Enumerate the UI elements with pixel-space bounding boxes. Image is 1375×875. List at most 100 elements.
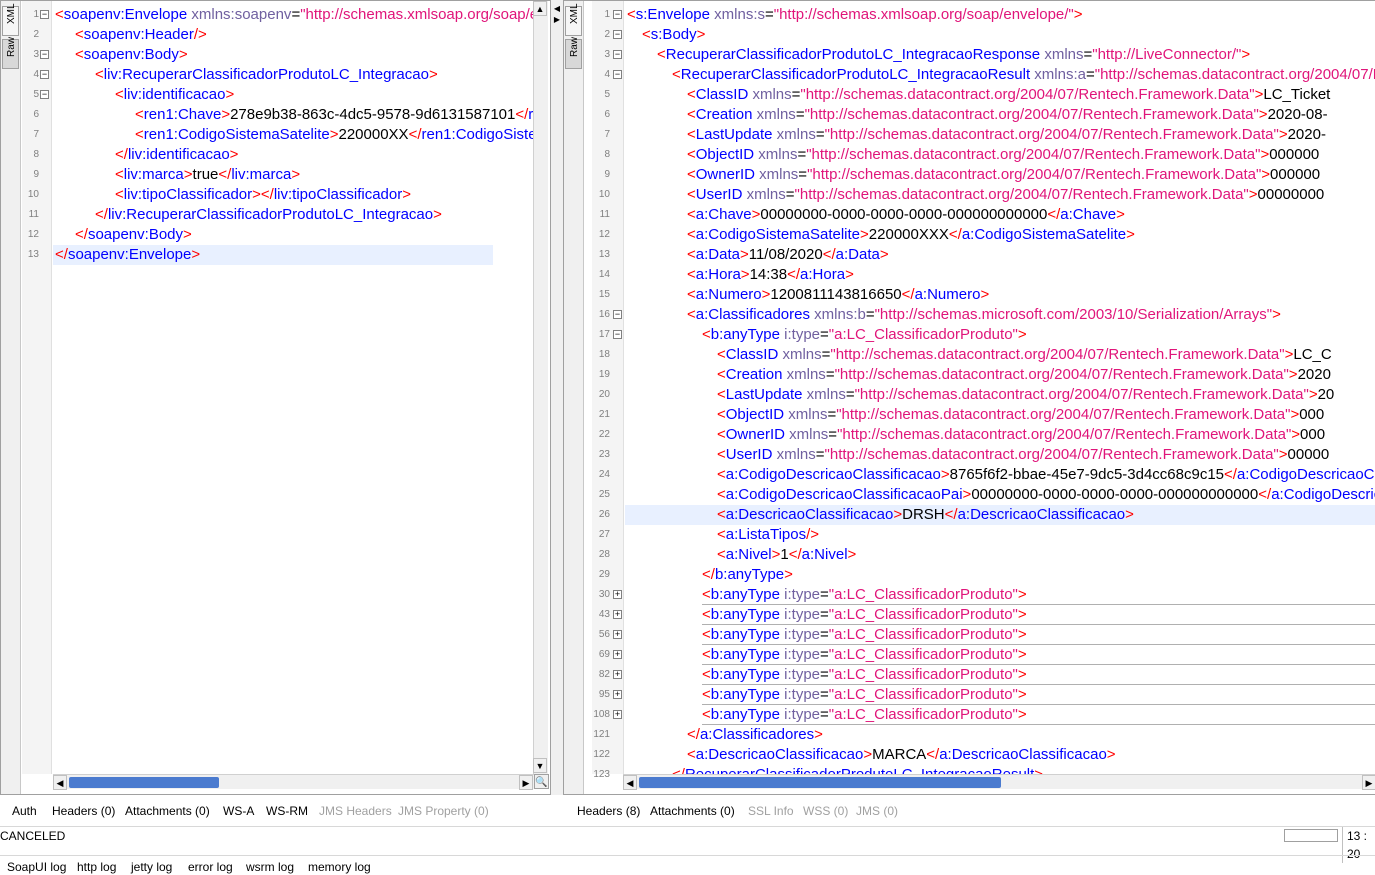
collapse-fold-icon[interactable]: −: [40, 50, 49, 59]
expand-fold-icon[interactable]: +: [613, 590, 622, 599]
xml-line[interactable]: <ren1:CodigoSistemaSatelite>220000XX</re…: [135, 125, 533, 145]
tab-raw[interactable]: Raw: [2, 37, 19, 69]
scroll-right-arrow[interactable]: ▶: [1362, 775, 1375, 790]
scroll-right-arrow[interactable]: ▶: [519, 775, 533, 790]
xml-line[interactable]: <RecuperarClassificadorProdutoLC_Integra…: [657, 45, 1250, 65]
xml-line[interactable]: <a:CodigoSistemaSatelite>220000XXX</a:Co…: [687, 225, 1135, 245]
xml-line[interactable]: <a:Data>11/08/2020</a:Data>: [687, 245, 889, 265]
request-vertical-scrollbar[interactable]: ▲ ▼: [533, 1, 548, 774]
xml-line[interactable]: <a:DescricaoClassificacao>DRSH</a:Descri…: [717, 505, 1134, 525]
collapse-fold-icon[interactable]: −: [40, 10, 49, 19]
xml-line[interactable]: <b:anyType i:type="a:LC_ClassificadorPro…: [702, 585, 1027, 605]
xml-line[interactable]: <a:ListaTipos/>: [717, 525, 819, 545]
tab-auth[interactable]: Auth: [12, 800, 37, 822]
collapse-fold-icon[interactable]: −: [613, 10, 622, 19]
scroll-thumb[interactable]: [639, 777, 1001, 788]
xml-line[interactable]: <a:CodigoDescricaoClassificacao>8765f6f2…: [717, 465, 1375, 485]
tab-ws-rm[interactable]: WS-RM: [266, 800, 308, 822]
xml-line[interactable]: <Creation xmlns="http://schemas.datacont…: [687, 105, 1328, 125]
xml-line[interactable]: </liv:identificacao>: [115, 145, 238, 165]
collapse-fold-icon[interactable]: −: [613, 30, 622, 39]
xml-line[interactable]: <UserID xmlns="http://schemas.datacontra…: [687, 185, 1324, 205]
xml-line[interactable]: <s:Envelope xmlns:s="http://schemas.xmls…: [627, 5, 1083, 25]
request-xml-editor[interactable]: <soapenv:Envelope xmlns:soapenv="http://…: [53, 1, 533, 774]
tab-raw[interactable]: Raw: [565, 37, 582, 69]
collapse-fold-icon[interactable]: −: [40, 90, 49, 99]
xml-line[interactable]: <LastUpdate xmlns="http://schemas.dataco…: [717, 385, 1334, 405]
xml-line[interactable]: <Creation xmlns="http://schemas.datacont…: [717, 365, 1331, 385]
expand-fold-icon[interactable]: +: [613, 690, 622, 699]
xml-line[interactable]: <s:Body>: [642, 25, 705, 45]
collapse-right-icon[interactable]: ▶: [552, 14, 562, 25]
log-tab-error-log[interactable]: error log: [188, 856, 233, 875]
xml-line[interactable]: <liv:RecuperarClassificadorProdutoLC_Int…: [95, 65, 438, 85]
log-tab-jetty-log[interactable]: jetty log: [131, 856, 172, 875]
xml-line[interactable]: <soapenv:Body>: [75, 45, 188, 65]
xml-line[interactable]: <ObjectID xmlns="http://schemas.datacont…: [717, 405, 1324, 425]
collapse-left-icon[interactable]: ◀: [552, 3, 562, 14]
xml-line[interactable]: <b:anyType i:type="a:LC_ClassificadorPro…: [702, 625, 1027, 645]
xml-line[interactable]: <a:Chave>00000000-0000-0000-0000-0000000…: [687, 205, 1125, 225]
xml-line[interactable]: </soapenv:Body>: [75, 225, 192, 245]
expand-fold-icon[interactable]: +: [613, 710, 622, 719]
log-tab-memory-log[interactable]: memory log: [308, 856, 371, 875]
scroll-left-arrow[interactable]: ◀: [53, 775, 67, 790]
xml-line[interactable]: </b:anyType>: [702, 565, 793, 585]
collapse-fold-icon[interactable]: −: [613, 70, 622, 79]
xml-line[interactable]: <liv:marca>true</liv:marca>: [115, 165, 300, 185]
xml-line[interactable]: </RecuperarClassificadorProdutoLC_Integr…: [672, 765, 1043, 774]
xml-line[interactable]: <a:DescricaoClassificacao>MARCA</a:Descr…: [687, 745, 1116, 765]
log-tab-soapui-log[interactable]: SoapUI log: [7, 856, 66, 875]
log-tab-http-log[interactable]: http log: [77, 856, 116, 875]
expand-fold-icon[interactable]: +: [613, 650, 622, 659]
xml-line[interactable]: <a:Hora>14:38</a:Hora>: [687, 265, 854, 285]
collapse-fold-icon[interactable]: −: [613, 50, 622, 59]
collapse-fold-icon[interactable]: −: [613, 310, 622, 319]
xml-line[interactable]: <soapenv:Envelope xmlns:soapenv="http://…: [55, 5, 533, 25]
scroll-thumb[interactable]: [69, 777, 219, 788]
xml-line[interactable]: <soapenv:Header/>: [75, 25, 207, 45]
xml-line[interactable]: <b:anyType i:type="a:LC_ClassificadorPro…: [702, 685, 1027, 705]
xml-line[interactable]: <ObjectID xmlns="http://schemas.datacont…: [687, 145, 1319, 165]
tab-headers-8[interactable]: Headers (8): [577, 800, 640, 822]
scroll-down-arrow[interactable]: ▼: [533, 758, 547, 773]
tab-xml[interactable]: XML: [565, 3, 582, 36]
xml-line[interactable]: <a:Nivel>1</a:Nivel>: [717, 545, 856, 565]
log-tab-wsrm-log[interactable]: wsrm log: [246, 856, 294, 875]
xml-line[interactable]: <liv:identificacao>: [115, 85, 234, 105]
xml-line[interactable]: <OwnerID xmlns="http://schemas.datacontr…: [717, 425, 1325, 445]
xml-line[interactable]: </liv:RecuperarClassificadorProdutoLC_In…: [95, 205, 442, 225]
xml-line[interactable]: </soapenv:Envelope>: [55, 245, 200, 265]
response-xml-editor[interactable]: <s:Envelope xmlns:s="http://schemas.xmls…: [625, 1, 1375, 774]
scroll-left-arrow[interactable]: ◀: [623, 775, 637, 790]
expand-fold-icon[interactable]: +: [613, 610, 622, 619]
xml-line[interactable]: <b:anyType i:type="a:LC_ClassificadorPro…: [702, 665, 1027, 685]
xml-line[interactable]: <ClassID xmlns="http://schemas.datacontr…: [717, 345, 1332, 365]
zoom-icon[interactable]: 🔍: [534, 774, 549, 789]
tab-xml[interactable]: XML: [2, 3, 19, 36]
xml-line[interactable]: <liv:tipoClassificador></liv:tipoClassif…: [115, 185, 411, 205]
xml-line[interactable]: <a:Classificadores xmlns:b="http://schem…: [687, 305, 1281, 325]
xml-line[interactable]: <b:anyType i:type="a:LC_ClassificadorPro…: [702, 605, 1027, 625]
xml-line[interactable]: <b:anyType i:type="a:LC_ClassificadorPro…: [702, 705, 1027, 725]
xml-line[interactable]: <RecuperarClassificadorProdutoLC_Integra…: [672, 65, 1375, 85]
xml-line[interactable]: <a:Numero>1200811143816650</a:Numero>: [687, 285, 989, 305]
tab-headers-0[interactable]: Headers (0): [52, 800, 115, 822]
tab-attachments-0[interactable]: Attachments (0): [650, 800, 735, 822]
response-horizontal-scrollbar[interactable]: ◀ ▶: [623, 774, 1375, 790]
xml-line[interactable]: <OwnerID xmlns="http://schemas.datacontr…: [687, 165, 1320, 185]
xml-line[interactable]: <ren1:Chave>278e9b38-863c-4dc5-9578-9d61…: [135, 105, 533, 125]
xml-line[interactable]: <b:anyType i:type="a:LC_ClassificadorPro…: [702, 325, 1027, 345]
tab-ws-a[interactable]: WS-A: [223, 800, 254, 822]
xml-line[interactable]: <ClassID xmlns="http://schemas.datacontr…: [687, 85, 1330, 105]
scroll-up-arrow[interactable]: ▲: [533, 1, 547, 16]
collapse-fold-icon[interactable]: −: [613, 330, 622, 339]
expand-fold-icon[interactable]: +: [613, 670, 622, 679]
xml-line[interactable]: <UserID xmlns="http://schemas.datacontra…: [717, 445, 1329, 465]
request-horizontal-scrollbar[interactable]: ◀ ▶: [53, 774, 534, 790]
collapse-fold-icon[interactable]: −: [40, 70, 49, 79]
expand-fold-icon[interactable]: +: [613, 630, 622, 639]
xml-line[interactable]: <LastUpdate xmlns="http://schemas.dataco…: [687, 125, 1326, 145]
xml-line[interactable]: </a:Classificadores>: [687, 725, 823, 745]
xml-line[interactable]: <b:anyType i:type="a:LC_ClassificadorPro…: [702, 645, 1027, 665]
